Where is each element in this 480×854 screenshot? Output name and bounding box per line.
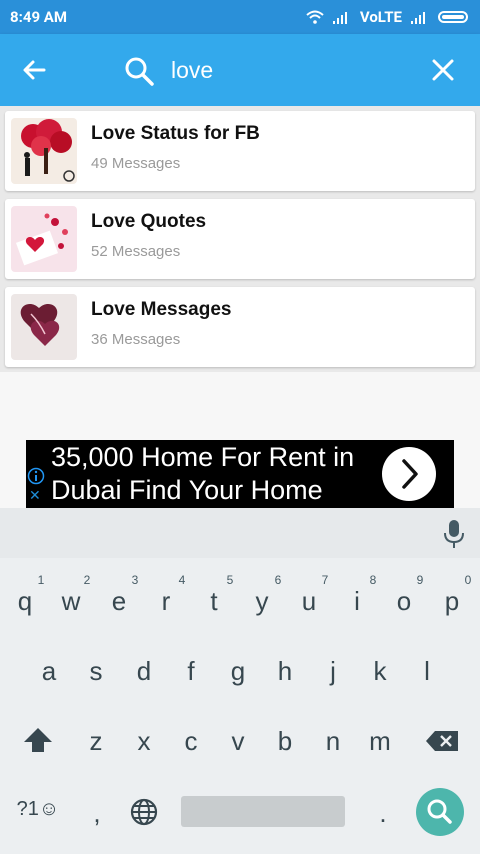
signal-icon-2 — [411, 12, 425, 24]
key-row3-4[interactable]: b — [263, 726, 307, 757]
status-icons: VoLTE — [306, 8, 468, 26]
microphone-icon[interactable] — [442, 518, 466, 550]
ad-headline: 35,000 Home For Rent in — [51, 442, 355, 472]
item-count: 49 Messages — [91, 155, 181, 172]
period-key[interactable]: . — [361, 798, 405, 829]
key-hint: 6 — [274, 573, 282, 587]
shift-icon[interactable] — [22, 726, 54, 756]
signal-icon — [332, 12, 347, 24]
battery-icon — [438, 11, 468, 23]
key-row2-3[interactable]: f — [169, 656, 213, 687]
search-submit-button[interactable] — [416, 788, 464, 836]
key-hint: 3 — [131, 573, 139, 587]
spacebar[interactable] — [181, 796, 345, 827]
search-toolbar: love — [0, 34, 480, 106]
chevron-right-icon[interactable] — [382, 447, 436, 501]
comma-key[interactable]: , — [75, 798, 119, 829]
item-title: Love Status for FB — [91, 123, 260, 144]
key-hint: 8 — [369, 573, 377, 587]
soft-keyboard: q1w2e3r4t5y6u7i8o9p0 asdfghjkl zxcvbnm ?… — [0, 508, 480, 854]
key-row1-4[interactable]: t — [192, 586, 236, 617]
key-row2-6[interactable]: j — [311, 656, 355, 687]
ad-subline: Dubai Find Your Home — [51, 475, 323, 505]
key-hint: 5 — [226, 573, 234, 587]
key-row1-3[interactable]: r — [144, 586, 188, 617]
status-bar: 8:49 AM VoLTE — [0, 0, 480, 34]
ad-banner[interactable]: ✕ 35,000 Home For Rent in Dubai Find You… — [26, 440, 454, 508]
arrow-left-icon[interactable] — [14, 50, 54, 90]
info-icon[interactable] — [27, 467, 45, 485]
item-count: 36 Messages — [91, 331, 181, 348]
ad-close-icon[interactable]: ✕ — [29, 488, 41, 504]
key-row2-0[interactable]: a — [27, 656, 71, 687]
key-hint: 1 — [37, 573, 45, 587]
key-row3-6[interactable]: m — [358, 726, 402, 757]
list-item[interactable]: Love Quotes 52 Messages — [5, 199, 475, 279]
key-row3-3[interactable]: v — [216, 726, 260, 757]
key-row3-1[interactable]: x — [122, 726, 166, 757]
key-row1-7[interactable]: i — [335, 586, 379, 617]
key-row3-5[interactable]: n — [311, 726, 355, 757]
key-hint: 0 — [464, 573, 472, 587]
key-row1-8[interactable]: o — [382, 586, 426, 617]
key-row2-2[interactable]: d — [122, 656, 166, 687]
list-item[interactable]: Love Status for FB 49 Messages — [5, 111, 475, 191]
envelope-hearts-image — [11, 206, 77, 272]
key-row1-0[interactable]: q — [3, 586, 47, 617]
status-time: 8:49 AM — [10, 8, 67, 26]
key-hint: 9 — [416, 573, 424, 587]
key-row1-2[interactable]: e — [97, 586, 141, 617]
key-hint: 4 — [178, 573, 186, 587]
key-hint: 2 — [83, 573, 91, 587]
symbols-key[interactable]: ?1☺ — [13, 798, 63, 821]
key-row2-5[interactable]: h — [263, 656, 307, 687]
key-row2-7[interactable]: k — [358, 656, 402, 687]
key-row3-2[interactable]: c — [169, 726, 213, 757]
search-icon — [125, 57, 154, 86]
wifi-icon — [306, 10, 324, 24]
key-row2-8[interactable]: l — [405, 656, 449, 687]
network-label: VoLTE — [359, 8, 402, 26]
key-row1-5[interactable]: y — [240, 586, 284, 617]
couple-tree-image — [11, 118, 77, 184]
list-item[interactable]: Love Messages 36 Messages — [5, 287, 475, 367]
backspace-icon[interactable] — [425, 730, 459, 752]
key-row2-4[interactable]: g — [216, 656, 260, 687]
key-row1-1[interactable]: w — [49, 586, 93, 617]
close-icon[interactable] — [424, 51, 462, 89]
hearts-image — [11, 294, 77, 360]
key-row3-0[interactable]: z — [74, 726, 118, 757]
search-input[interactable]: love — [171, 54, 213, 86]
key-row1-9[interactable]: p — [430, 586, 474, 617]
results-list: Love Status for FB 49 Messages Love Quot… — [0, 106, 480, 372]
key-hint: 7 — [321, 573, 329, 587]
item-title: Love Messages — [91, 299, 232, 320]
suggestion-strip — [0, 508, 480, 558]
globe-icon[interactable] — [130, 798, 158, 826]
item-title: Love Quotes — [91, 211, 207, 232]
key-row1-6[interactable]: u — [287, 586, 331, 617]
key-row2-1[interactable]: s — [74, 656, 118, 687]
item-count: 52 Messages — [91, 243, 181, 260]
search-icon — [427, 799, 452, 824]
